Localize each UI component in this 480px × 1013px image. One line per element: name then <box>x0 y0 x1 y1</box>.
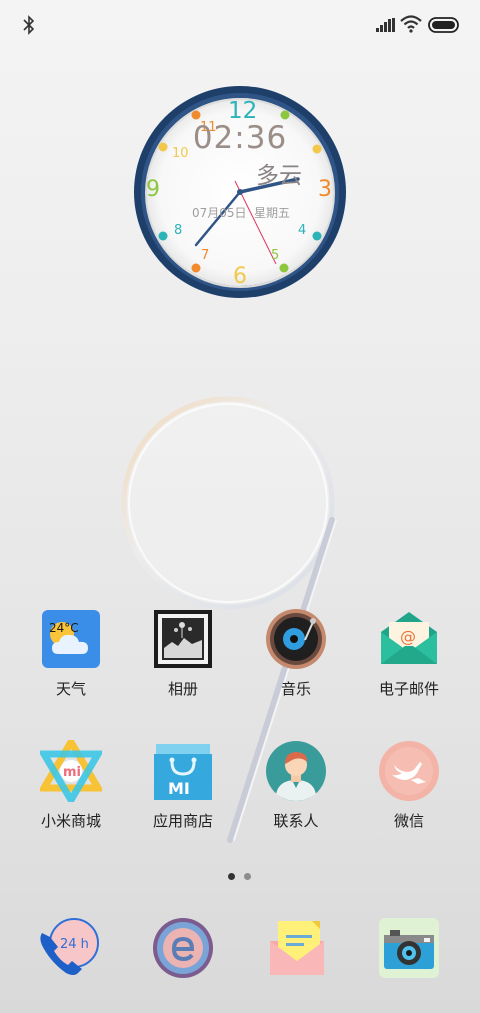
dock-phone[interactable]: 24 h <box>14 915 124 981</box>
app-store-icon: MI <box>152 740 214 802</box>
wechat-icon <box>378 740 440 802</box>
dock-browser[interactable] <box>128 915 238 981</box>
app-email[interactable]: @ 电子邮件 <box>354 608 464 699</box>
weather-temp-badge: 24°C <box>49 621 79 635</box>
dial-number-6: 6 <box>233 264 247 289</box>
gallery-icon <box>152 608 214 670</box>
dial-number-5: 5 <box>271 248 280 263</box>
dial-number-9: 9 <box>146 177 160 202</box>
wifi-icon <box>400 15 422 33</box>
dial-number-8: 8 <box>174 223 183 238</box>
dial-number-4: 4 <box>298 223 307 238</box>
clock-widget[interactable]: 12 11 10 9 8 7 6 5 4 3 02:36 多云 07月05日 星… <box>130 82 350 302</box>
app-wechat[interactable]: 微信 <box>354 740 464 831</box>
app-label: 微信 <box>393 812 424 830</box>
app-label: 小米商城 <box>40 812 101 830</box>
mi-logo-text: MI <box>168 779 190 798</box>
app-label: 联系人 <box>273 812 319 830</box>
page-dot[interactable] <box>244 873 251 880</box>
app-label: 音乐 <box>280 680 311 698</box>
phone-icon: 24 h <box>36 915 102 981</box>
contacts-icon <box>265 740 327 802</box>
browser-icon <box>150 915 216 981</box>
mi-store-icon: mi <box>37 735 105 807</box>
app-label: 相册 <box>167 680 198 698</box>
music-icon <box>265 608 327 670</box>
signal-icon <box>376 18 395 32</box>
dial-number-7: 7 <box>201 248 210 263</box>
app-gallery[interactable]: 相册 <box>128 608 238 699</box>
dock-camera[interactable] <box>354 915 464 981</box>
phone-24h-text: 24 h <box>60 937 89 952</box>
app-weather[interactable]: 24°C 天气 <box>16 608 126 699</box>
page-dot-active[interactable] <box>228 873 235 880</box>
bluetooth-icon <box>23 15 35 35</box>
notes-icon <box>264 915 330 981</box>
digital-time: 02:36 <box>192 120 288 156</box>
date-text: 07月05日 <box>192 206 247 220</box>
app-label: 应用商店 <box>152 812 213 830</box>
dial-number-3: 3 <box>318 177 332 202</box>
app-music[interactable]: 音乐 <box>241 608 351 699</box>
app-label: 天气 <box>55 680 86 698</box>
status-bar <box>0 0 480 50</box>
dock-notes[interactable] <box>242 915 352 981</box>
mi-logo-text: mi <box>63 765 81 780</box>
app-mi-store[interactable]: mi 小米商城 <box>16 735 126 831</box>
app-contacts[interactable]: 联系人 <box>241 740 351 831</box>
battery-icon <box>428 17 459 33</box>
weather-text: 多云 <box>256 163 302 189</box>
svg-text:@: @ <box>400 627 416 646</box>
email-icon: @ <box>378 608 440 670</box>
page-indicator[interactable] <box>226 871 256 881</box>
camera-icon <box>376 915 442 981</box>
app-label: 电子邮件 <box>378 680 439 698</box>
weather-icon: 24°C <box>40 608 102 670</box>
weekday-text: 星期五 <box>254 206 291 220</box>
app-app-store[interactable]: MI 应用商店 <box>128 740 238 831</box>
